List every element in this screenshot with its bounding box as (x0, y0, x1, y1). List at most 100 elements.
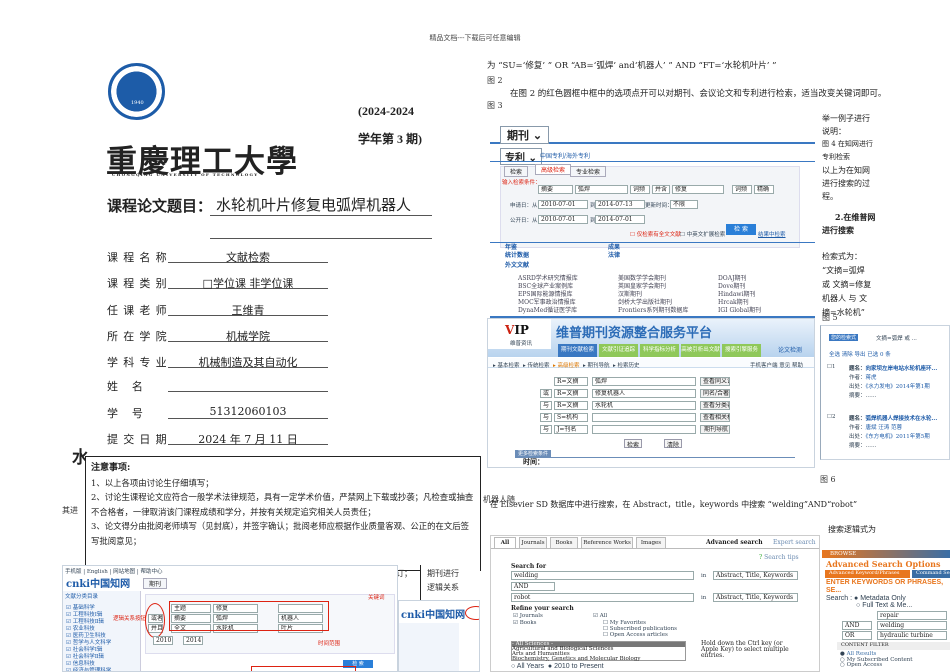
vip-subtab[interactable]: ▸ 期刊导航 (583, 361, 610, 369)
term-line1: (2024-2024 (358, 104, 414, 118)
field-value: 机械学院 (168, 328, 328, 343)
field-value: 2024 年 7 月 11 日 (168, 431, 328, 446)
side-text: 进行搜索的过 (822, 179, 870, 188)
field-label: 任课老师 (107, 304, 172, 317)
full-text-option[interactable]: ○ Full Text & Me... (856, 602, 912, 610)
vip-nav-tab[interactable]: 搜索引擎服务 (722, 344, 761, 357)
tab-advanced[interactable]: 高级检索 (535, 164, 572, 175)
sub-tab[interactable]: 专利 ⌄ (500, 148, 542, 165)
search-tips-link[interactable]: ? Search tips (759, 554, 799, 561)
advanced-search-link[interactable]: Advanced search (706, 539, 763, 546)
check-link[interactable]: 论文检测 (778, 345, 802, 354)
search-button[interactable]: 检索 (624, 439, 642, 449)
university-name-en: CHONGQING UNIVERSITY OF TECHNOLOGY (112, 172, 259, 177)
side-text: 程。 (822, 192, 838, 201)
ieee-search-screenshot: BROWSE Advanced Search Options Advanced … (822, 550, 950, 672)
field-select-1[interactable]: Abstract, Title, Keywords (713, 571, 798, 580)
field-label: 所在学院 (107, 330, 172, 343)
side-text: 图 4 在知网进行 (822, 140, 873, 148)
text-fragment: 订； (396, 569, 412, 578)
tab-search[interactable]: 检索 (504, 166, 529, 177)
field-label: 姓 名 (107, 380, 149, 393)
term-line2: 学年第 3 期) (358, 132, 422, 146)
section-heading: 进行搜索 (822, 225, 854, 235)
search-button[interactable]: 检 索 (726, 224, 756, 235)
field-value: 文献检索 (168, 249, 328, 264)
patent-link[interactable]: 中国专利/海外专利 (540, 151, 590, 160)
more-conditions-tab[interactable]: 更多检索条件 (515, 450, 552, 457)
cnki-patent-screenshot: 期刊 ⌄ 专利 ⌄ 中国专利/海外专利 检索 高级检索 专业检索 输入检索条件：… (490, 120, 815, 318)
figure-caption: 图 6 (820, 475, 836, 484)
result-title[interactable]: 向家坝左岸电站水轮机座环... (866, 366, 938, 372)
category-item[interactable]: ☑ 经济与管理科学 (66, 666, 111, 671)
vip-subtab[interactable]: ▸ 基本检索 (493, 361, 520, 369)
vip-search-screenshot: VIP 维普资讯 维普期刊资源整合服务平台 期刊文献检索 文献引证追踪 科学指标分析… (487, 318, 815, 468)
paragraph: 在图 2 的红色圆框中框中的选项点开可以对期刊、会议论文和专利进行检索，适当改变… (510, 89, 887, 99)
db-select[interactable]: 期刊 (143, 578, 168, 589)
year-range[interactable]: ○ All Years ● 2010 to Present (511, 663, 604, 671)
vip-search-input[interactable] (592, 413, 696, 422)
field-label: 课程类别 (107, 277, 172, 290)
vip-subtab[interactable]: ▸ 高级检索 (553, 361, 580, 369)
clear-button[interactable]: 清除 (664, 439, 682, 449)
expert-search-link[interactable]: Expert search (773, 539, 816, 546)
field-value: □学位课 非学位课 (168, 275, 328, 290)
paragraph: 在 Elsevier SD 数据库中进行搜索，在 Abstract，title，… (490, 500, 858, 509)
elsevier-tab[interactable]: All (494, 537, 516, 548)
field-value: 机械制造及其自动化 (168, 354, 328, 369)
vip-nav-tab[interactable]: 文献引证追踪 (599, 344, 638, 357)
database-link[interactable]: IGI Global期刊 (718, 305, 761, 314)
elsevier-tab[interactable]: Books (550, 537, 578, 548)
field-value (168, 378, 328, 392)
title-value: 水轮机叶片修复电弧焊机器人 (210, 194, 432, 216)
year-to-select[interactable]: Present (579, 663, 603, 670)
field-label: 学 号 (107, 407, 149, 420)
db-tab[interactable]: 期刊 ⌄ (500, 126, 550, 144)
elsevier-tab[interactable]: Journals (519, 537, 547, 548)
tab-advanced-keyword[interactable]: Advanced Keyword/Phrases (825, 570, 910, 578)
database-link[interactable]: DynaMed循证医学库 (518, 305, 577, 314)
vip-search-input[interactable]: 修复机器人 (592, 389, 696, 398)
field-label: 学科专业 (107, 356, 172, 369)
elsevier-tab[interactable]: Reference Works (581, 537, 633, 548)
vip-nav-tab[interactable]: 科学指标分析 (640, 344, 679, 357)
enter-keywords-heading: ENTER KEYWORDS OR PHRASES, SE... (826, 579, 944, 594)
side-text: 说明： (822, 127, 846, 136)
vip-nav-tab[interactable]: 期刊文献检索 (558, 344, 597, 357)
database-link[interactable]: Frontiers系列期刊数据库 (618, 305, 688, 314)
subject-list[interactable]: - All Sciences - Agricultural and Biolog… (511, 641, 686, 662)
field-label: 提交日期 (107, 433, 172, 446)
vip-subtab[interactable]: ▸ 传统检索 (523, 361, 550, 369)
vip-search-input[interactable]: 水轮机 (592, 401, 696, 410)
vip-nav-tab[interactable]: 高被引析出文献 (681, 344, 720, 357)
figure-caption: 图 2 (487, 76, 503, 85)
operator-select[interactable]: AND (511, 582, 555, 591)
vip-subtab[interactable]: ▸ 检索历史 (613, 361, 640, 369)
tab-expert[interactable]: 专业检索 (570, 166, 607, 177)
title-label: 题名： (849, 416, 866, 422)
paragraph: 搜索逻辑式为 (828, 525, 876, 534)
search-expression-text: 或 文摘=修复 (822, 280, 872, 289)
text-fragment: 其进 (62, 506, 78, 515)
side-text: 举一例子进行 (822, 114, 870, 123)
vip-search-input[interactable]: 弧焊 (592, 377, 696, 386)
result-title[interactable]: 弧焊机器人焊接技术在水轮... (866, 416, 938, 422)
figure-caption: 图 3 (487, 101, 503, 110)
search-expression-text: “文摘=弧焊 (822, 266, 865, 275)
search-term-1[interactable]: welding (511, 571, 694, 580)
tab-command-search[interactable]: Command Search (912, 570, 950, 578)
field-label: 课程名称 (107, 251, 172, 264)
search-expression-text: 机器人 与 文 (822, 294, 868, 303)
text-fragment: 期刊进行 (427, 569, 459, 578)
field-select-2[interactable]: Abstract, Title, Keywords (713, 593, 798, 602)
notice-title: 注意事项: (91, 463, 131, 473)
all-years-option[interactable]: All Years (517, 663, 544, 670)
vip-search-input[interactable] (592, 425, 696, 434)
search-expression-text: 检索式为： (822, 252, 862, 261)
title-underline (210, 238, 432, 239)
elsevier-tab[interactable]: Images (636, 537, 666, 548)
notice-item: 2、讨论生课程论文应符合一般学术法律规范，具有一定学术价值，严禁网上下载或抄袭；… (91, 492, 474, 517)
side-text: 专利检索 (822, 153, 850, 161)
elsevier-search-screenshot: All Journals Books Reference Works Images Ad… (490, 535, 820, 672)
search-term-2[interactable]: robot (511, 593, 694, 602)
